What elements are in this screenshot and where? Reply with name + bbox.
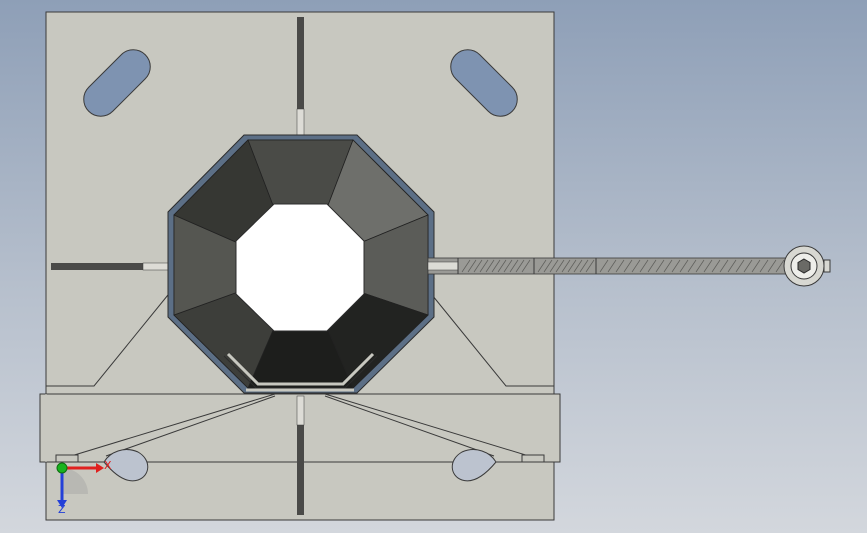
inner-bore bbox=[235, 203, 365, 332]
triad-z-label: Z bbox=[58, 503, 66, 516]
cad-viewport[interactable]: X Z bbox=[0, 0, 867, 533]
threaded-rod[interactable] bbox=[427, 257, 797, 275]
notch-right bbox=[521, 454, 545, 463]
triad-x-label: X bbox=[104, 459, 112, 472]
notch-left bbox=[55, 454, 79, 463]
eye-bolt[interactable] bbox=[783, 245, 831, 287]
